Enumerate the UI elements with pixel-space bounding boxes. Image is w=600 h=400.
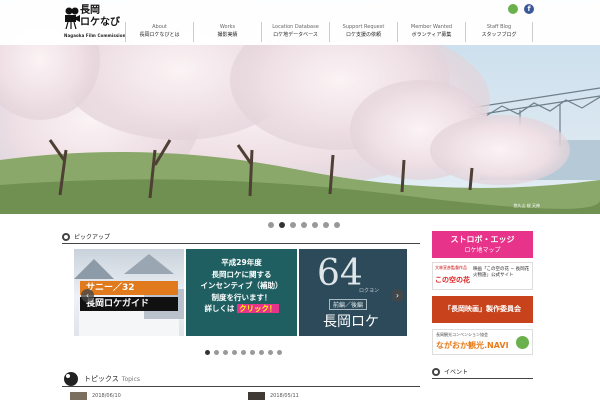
carousel-dot-active[interactable]	[205, 350, 210, 355]
event-heading: イベント	[432, 367, 468, 376]
film-reel-icon	[64, 372, 78, 386]
hero-dot[interactable]	[334, 222, 340, 228]
topics-heading: トピックス Topics	[64, 372, 140, 386]
nav-label-en: Member Wanted	[410, 24, 453, 30]
hero-slider-dots	[268, 222, 340, 228]
slide2-line3: インセンティブ（補助）	[200, 281, 283, 290]
nav-label-ja: ロケ地データベース	[273, 32, 318, 38]
share-icon[interactable]	[508, 4, 518, 14]
topic-thumbnail[interactable]	[70, 392, 87, 400]
nav-label-en: Location Database	[272, 24, 319, 30]
nav-location-database[interactable]: Location Database ロケ地データベース	[261, 22, 329, 42]
hero-dot[interactable]	[268, 222, 274, 228]
banner4-title: ながおか観光.NAVI	[436, 341, 509, 350]
slide2-line5: 詳しくは	[204, 304, 235, 313]
logo-english: Nagaoka Film Commission	[64, 33, 126, 38]
banner2-logo-text: この空の花	[435, 276, 470, 284]
nav-about[interactable]: About 長岡ロケなびとは	[125, 22, 193, 42]
slide3-subtitle: 前編／後編	[329, 299, 368, 310]
carousel-dot[interactable]	[223, 350, 228, 355]
carousel-next-button[interactable]: ›	[391, 289, 404, 302]
topics-title-en: Topics	[121, 375, 141, 383]
nav-label-ja: ボランティア募集	[411, 32, 452, 38]
nav-label-ja: 長岡ロケなびとは	[139, 32, 180, 38]
carousel-dots	[205, 350, 282, 355]
hero-dot[interactable]	[301, 222, 307, 228]
slide2-line1: 平成29年度	[221, 258, 262, 267]
banner2-director: 大林宣彦監督作品	[435, 265, 467, 270]
logo-text-line1: 長岡	[80, 5, 100, 16]
topics-divider	[62, 386, 420, 387]
banner1-subtitle: ロケ地マップ	[464, 247, 501, 254]
banner2-description: 映画「この空の花 − 長岡花火物語」公式サイト	[473, 267, 530, 278]
carousel-dot[interactable]	[241, 350, 246, 355]
section-bullet-icon	[432, 367, 440, 376]
slide2-click-badge: クリック！	[237, 304, 279, 313]
carousel-dot[interactable]	[250, 350, 255, 355]
slide2-line4: 制度を行います！	[211, 292, 272, 302]
nav-label-en: About	[152, 24, 167, 30]
carousel-dot[interactable]	[259, 350, 264, 355]
carousel-dot[interactable]	[232, 350, 237, 355]
slide3-big-number: 64	[317, 253, 363, 294]
topic-date: 2018/06/10	[92, 393, 121, 399]
nav-label-ja: 撮影実績	[217, 32, 238, 38]
event-title: イベント	[444, 369, 469, 376]
slide3-title: 長岡ロケ	[323, 314, 379, 330]
banner3-title: 「長岡映画」製作委員会	[444, 305, 521, 313]
banner-konosora-no-hana[interactable]: 大林宣彦監督作品 この空の花 映画「この空の花 − 長岡花火物語」公式サイト	[432, 262, 533, 290]
banner-nagaoka-kanko-navi[interactable]: 長岡観光コンベンション協会 ながおか観光.NAVI	[432, 329, 533, 355]
banner1-title: ストロボ・エッジ	[450, 235, 515, 244]
main-nav: About 長岡ロケなびとは Works 撮影実績 Location Databas…	[125, 22, 533, 42]
topic-thumbnail[interactable]	[248, 392, 265, 400]
carousel-dot[interactable]	[277, 350, 282, 355]
nav-member-wanted[interactable]: Member Wanted ボランティア募集	[397, 22, 465, 42]
hero-dot[interactable]	[290, 222, 296, 228]
hero-photo-credit: 悠久山 桜 天神	[513, 203, 540, 208]
slide2-line2: 長岡ロケに関する	[211, 269, 272, 279]
nav-label-en: Works	[219, 24, 236, 30]
section-bullet-icon	[62, 232, 70, 241]
banner-strobe-edge[interactable]: ストロボ・エッジ ロケ地マップ	[432, 231, 533, 258]
topic-date: 2018/05/11	[270, 393, 299, 399]
slide1-subtitle: 長岡ロケガイド	[80, 297, 178, 311]
banner4-org: 長岡観光コンベンション協会	[436, 332, 488, 337]
banner-nagaoka-eiga[interactable]: 「長岡映画」製作委員会	[432, 296, 533, 323]
slide3-kana: ロクヨン	[359, 288, 380, 294]
nav-label-ja: ロケ支援の依頼	[345, 32, 381, 38]
slide1-title: サニー／32	[80, 281, 178, 295]
hero-dot[interactable]	[312, 222, 318, 228]
nav-label-en: Staff Blog	[486, 24, 512, 30]
nav-label-en: Support Request	[342, 24, 385, 30]
pickup-title: ピックアップ	[74, 234, 111, 241]
site-header: 長岡 ロケなび Nagaoka Film Commission About 長岡ロ…	[0, 0, 600, 45]
event-divider	[432, 378, 533, 379]
carousel-prev-button[interactable]: ‹	[81, 289, 94, 302]
logo-text-line2: ロケなび	[80, 17, 120, 28]
topics-title: トピックス	[84, 375, 119, 383]
banner4-mascot-icon	[516, 336, 529, 349]
site-logo[interactable]: 長岡 ロケなび Nagaoka Film Commission	[62, 4, 125, 42]
carousel-dot[interactable]	[268, 350, 273, 355]
film-camera-icon	[65, 7, 80, 29]
carousel-dot[interactable]	[214, 350, 219, 355]
nav-support-request[interactable]: Support Request ロケ支援の依頼	[329, 22, 397, 42]
nav-staff-blog[interactable]: Staff Blog スタッフブログ	[465, 22, 533, 42]
hero-dot-active[interactable]	[279, 222, 285, 228]
slide-incentive[interactable]: 平成29年度 長岡ロケに関する インセンティブ（補助） 制度を行います！ 詳しく…	[186, 249, 297, 336]
hero-dot[interactable]	[323, 222, 329, 228]
facebook-icon[interactable]: f	[524, 4, 534, 14]
nav-works[interactable]: Works 撮影実績	[193, 22, 261, 42]
pickup-carousel: サニー／32 長岡ロケガイド 平成29年度 長岡ロケに関する インセンティブ（補…	[62, 244, 420, 342]
nav-label-ja: スタッフブログ	[481, 32, 517, 38]
pickup-heading: ピックアップ	[62, 232, 110, 241]
